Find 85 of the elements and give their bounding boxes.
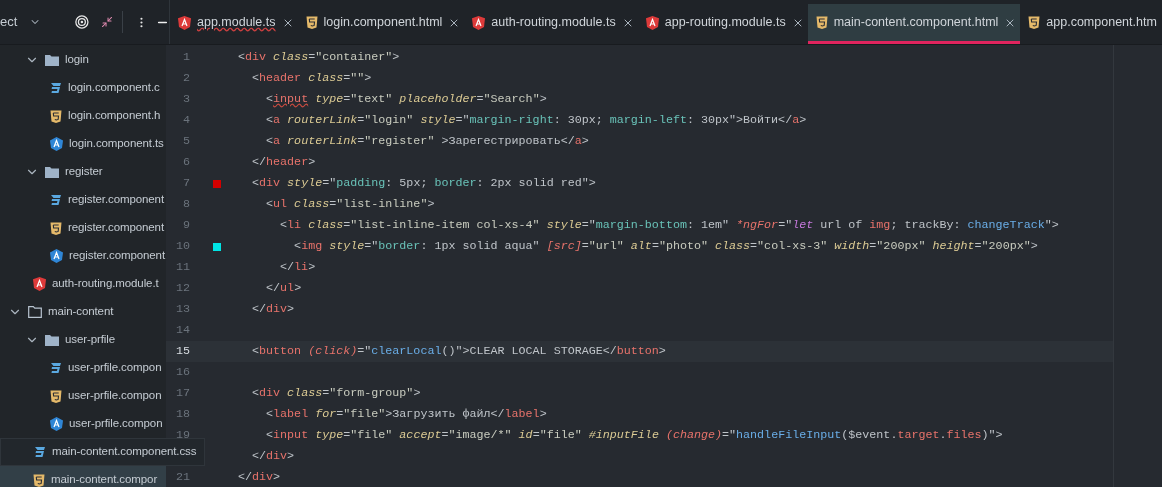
line-number: 11 — [175, 258, 190, 276]
tree-item[interactable]: main-content — [0, 298, 166, 326]
code-line: </li> — [279, 258, 316, 276]
line-number: 13 — [175, 300, 190, 318]
html-file-icon — [305, 16, 318, 29]
editor-tab[interactable]: auth-routing.module.ts — [464, 4, 638, 44]
angular-icon — [50, 137, 63, 151]
folder-icon — [45, 334, 59, 346]
line-number: 5 — [183, 132, 190, 150]
angular-icon — [50, 417, 63, 431]
line-number: 2 — [183, 69, 190, 87]
line-number: 15 — [175, 342, 190, 360]
line-number: 9 — [183, 216, 190, 234]
css-file-icon — [50, 194, 62, 206]
line-number: 10 — [175, 237, 190, 255]
code-line: <li class="list-inline-item col-xs-4" style="margin-bottom: 1em" *ngFor="let url of img; trackBy: changeTrack"> — [279, 216, 1059, 234]
folder-icon — [45, 166, 59, 178]
tree-item[interactable]: main-content.component.css — [0, 438, 206, 466]
tree-item[interactable]: login.component.h — [0, 102, 166, 130]
angular-icon — [178, 15, 191, 30]
line-number: 16 — [175, 363, 190, 381]
css-file-icon — [50, 362, 62, 374]
code-line: <div style="padding: 5px; border: 2px solid red"> — [251, 174, 596, 192]
tree-item[interactable]: register — [0, 158, 166, 186]
angular-icon — [472, 15, 486, 30]
tree-item[interactable]: login.component.ts — [0, 130, 166, 158]
css-file-icon — [50, 82, 62, 94]
tree-item[interactable]: login.component.c — [0, 74, 166, 102]
editor-tab[interactable]: main-content.component.html — [807, 4, 1021, 44]
tree-item[interactable]: main-content.compor — [0, 466, 166, 487]
editor-tab[interactable]: app-routing.module.ts — [637, 4, 808, 44]
code-line: <button (click)="clearLocal()">CLEAR LOCAL STORAGE</button> — [251, 342, 666, 360]
code-line: </header> — [251, 153, 316, 171]
target-icon[interactable] — [75, 14, 90, 30]
code-line: </div> — [238, 468, 281, 486]
code-line: <img style="border: 1px solid aqua" [src]="url" alt="photo" class="col-xs-3" width="200px" height="200px"> — [293, 237, 1038, 255]
line-number: 6 — [183, 153, 190, 171]
code-line: </div> — [251, 300, 295, 318]
angular-icon — [645, 15, 659, 30]
code-line: <a routerLink="login" style="margin-right: 30px; margin-left: 30px">Войти</a> — [265, 111, 807, 129]
editor-tab[interactable]: login.component.html — [297, 4, 465, 44]
editor-tab[interactable]: app.module.ts — [170, 4, 298, 44]
tree-item[interactable]: user-prfile.compon — [0, 354, 166, 382]
code-line: <div class="form-group"> — [251, 384, 421, 402]
line-number: 8 — [183, 195, 190, 213]
tree-item[interactable]: user-prfile.compon — [0, 410, 166, 438]
tree-item[interactable]: user-prfile — [0, 326, 166, 354]
line-number: 21 — [175, 468, 190, 486]
line-number: 7 — [183, 174, 190, 192]
code-line: <label for="file">Загрузить файл</label> — [265, 405, 547, 423]
html-file-icon — [50, 389, 62, 403]
tree-item[interactable]: user-prfile.compon — [0, 382, 166, 410]
line-number: 1 — [183, 48, 190, 66]
code-line: <ul class="list-inline"> — [265, 195, 435, 213]
folder-icon — [28, 306, 42, 318]
line-number: 18 — [175, 405, 190, 423]
tree-item[interactable]: register.component — [0, 242, 166, 270]
html-file-icon — [33, 473, 45, 487]
code-line: <header class=""> — [251, 69, 372, 87]
html-file-icon — [1028, 16, 1041, 29]
code-line: <input type="file" accept="image/*" id="file" #inputFile (change)="handleFileInput($event.target.files)"> — [265, 426, 1003, 444]
folder-icon — [45, 54, 59, 66]
line-number: 4 — [183, 111, 190, 129]
panel-title[interactable]: ect — [0, 12, 18, 32]
code-line: <a routerLink="register" >Зарегестрировать</a> — [265, 132, 589, 150]
line-number: 14 — [175, 321, 190, 339]
line-number: 17 — [175, 384, 190, 402]
tree-item[interactable]: auth-routing.module.t — [0, 270, 166, 298]
angular-icon — [50, 249, 63, 263]
tree-item[interactable]: register.component — [0, 186, 166, 214]
html-file-icon — [50, 109, 62, 123]
code-line: <input type="text" placeholder="Search"> — [265, 90, 547, 108]
tree-item[interactable]: register.component — [0, 214, 166, 242]
html-file-icon — [815, 16, 828, 29]
code-line: </ul> — [265, 279, 302, 297]
code-line: <div class="container"> — [238, 48, 400, 66]
html-file-icon — [50, 221, 62, 235]
code-line: </div> — [251, 447, 295, 465]
tree-item[interactable]: login — [0, 46, 166, 74]
collapse-icon[interactable] — [101, 15, 114, 29]
line-number: 3 — [183, 90, 190, 108]
line-number: 12 — [175, 279, 190, 297]
css-file-icon — [34, 446, 46, 458]
angular-icon — [33, 277, 46, 291]
editor-tab[interactable]: app.component.htm — [1020, 4, 1157, 44]
